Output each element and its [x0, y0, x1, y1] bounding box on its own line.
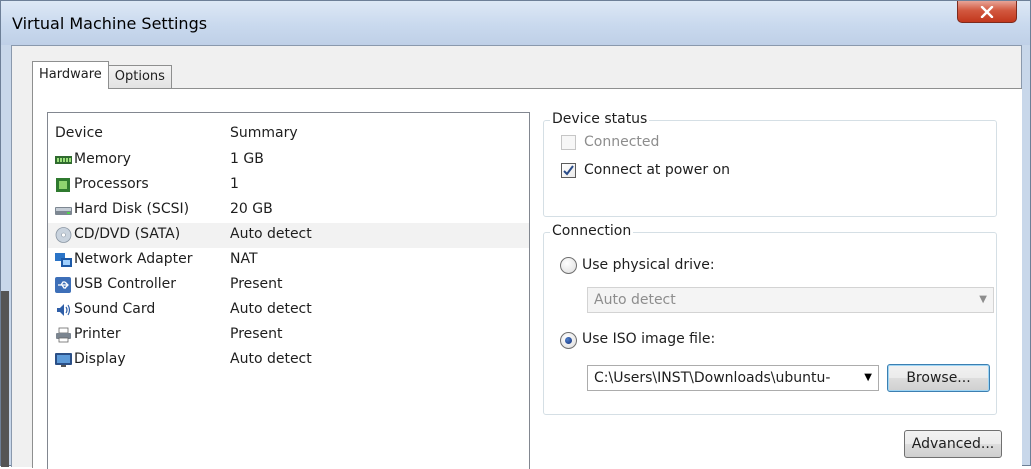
- tab-hardware[interactable]: Hardware: [32, 61, 109, 89]
- device-row-display[interactable]: Display Auto detect: [48, 348, 529, 373]
- connected-checkbox[interactable]: [561, 135, 576, 150]
- use-physical-drive-label: Use physical drive:: [582, 257, 715, 273]
- device-name: Processors: [74, 176, 149, 192]
- processor-icon: [56, 178, 70, 192]
- device-row-memory[interactable]: Memory 1 GB: [48, 148, 529, 173]
- device-summary: Auto detect: [230, 301, 312, 317]
- hardware-tab-panel: Device Summary Memory 1 GB Processors 1 …: [32, 88, 1022, 469]
- window-title: Virtual Machine Settings: [12, 14, 208, 33]
- radio-selected-dot: [565, 337, 572, 344]
- device-name: CD/DVD (SATA): [74, 226, 181, 242]
- connect-at-power-on-checkbox[interactable]: [561, 163, 576, 178]
- tab-strip: Hardware Options: [32, 61, 172, 89]
- physical-drive-select[interactable]: Auto detect ▼: [587, 287, 994, 313]
- device-row-cd-dvd[interactable]: CD/DVD (SATA) Auto detect: [48, 223, 529, 248]
- chevron-down-icon: ▼: [864, 372, 872, 383]
- device-summary: NAT: [230, 251, 258, 267]
- connection-group: Connection Use physical drive: Auto dete…: [543, 223, 997, 415]
- use-physical-drive-radio[interactable]: [560, 257, 577, 274]
- device-name: Display: [74, 351, 126, 367]
- physical-drive-value: Auto detect: [594, 292, 676, 308]
- device-row-printer[interactable]: Printer Present: [48, 323, 529, 348]
- close-button[interactable]: [957, 1, 1017, 23]
- device-list-header: Device Summary: [48, 122, 529, 146]
- tab-options[interactable]: Options: [107, 65, 172, 89]
- usb-icon: [55, 277, 71, 293]
- advanced-button[interactable]: Advanced...: [904, 430, 1002, 458]
- device-summary: 1: [230, 176, 239, 192]
- vm-settings-window: Virtual Machine Settings Hardware Option…: [0, 0, 1031, 469]
- device-summary: Auto detect: [230, 226, 312, 242]
- use-iso-image-radio[interactable]: [560, 332, 577, 349]
- title-bar[interactable]: Virtual Machine Settings: [1, 1, 1030, 45]
- hard-disk-icon: [55, 207, 72, 215]
- chevron-down-icon: ▼: [979, 294, 987, 305]
- connection-label: Connection: [550, 223, 634, 239]
- device-name: Sound Card: [74, 301, 156, 317]
- display-icon: [55, 353, 72, 367]
- device-summary: 1 GB: [230, 151, 264, 167]
- printer-icon: [56, 327, 71, 343]
- dialog-client-area: Hardware Options Device Summary Memory 1…: [11, 45, 1022, 469]
- device-name: Network Adapter: [74, 251, 193, 267]
- network-adapter-icon: [55, 253, 72, 267]
- device-summary: Present: [230, 276, 283, 292]
- browse-button[interactable]: Browse...: [887, 364, 990, 392]
- column-header-summary[interactable]: Summary: [230, 125, 298, 141]
- device-row-usb-controller[interactable]: USB Controller Present: [48, 273, 529, 298]
- device-summary: Auto detect: [230, 351, 312, 367]
- device-name: Printer: [74, 326, 121, 342]
- device-name: Hard Disk (SCSI): [74, 201, 190, 217]
- left-edge-strip: [1, 291, 9, 467]
- device-row-hard-disk[interactable]: Hard Disk (SCSI) 20 GB: [48, 198, 529, 223]
- connected-label: Connected: [584, 134, 660, 150]
- device-list[interactable]: Device Summary Memory 1 GB Processors 1 …: [47, 112, 530, 469]
- device-status-label: Device status: [550, 111, 650, 127]
- device-name: Memory: [74, 151, 131, 167]
- close-icon: [980, 5, 994, 18]
- column-header-device[interactable]: Device: [55, 125, 103, 141]
- device-name: USB Controller: [74, 276, 177, 292]
- device-summary: 20 GB: [230, 201, 273, 217]
- sound-card-icon: [57, 304, 71, 316]
- cd-dvd-icon: [55, 227, 72, 243]
- device-status-group: Device status Connected Connect at power…: [543, 111, 997, 217]
- device-row-processors[interactable]: Processors 1: [48, 173, 529, 198]
- iso-path-combobox[interactable]: C:\Users\INST\Downloads\ubuntu- ▼: [587, 365, 879, 391]
- iso-path-value: C:\Users\INST\Downloads\ubuntu-: [594, 370, 831, 386]
- use-iso-image-label: Use ISO image file:: [582, 331, 716, 347]
- device-row-network-adapter[interactable]: Network Adapter NAT: [48, 248, 529, 273]
- device-summary: Present: [230, 326, 283, 342]
- checkmark-icon: [563, 165, 574, 176]
- device-row-sound-card[interactable]: Sound Card Auto detect: [48, 298, 529, 323]
- connect-at-power-on-label: Connect at power on: [584, 162, 731, 178]
- memory-icon: [55, 156, 72, 164]
